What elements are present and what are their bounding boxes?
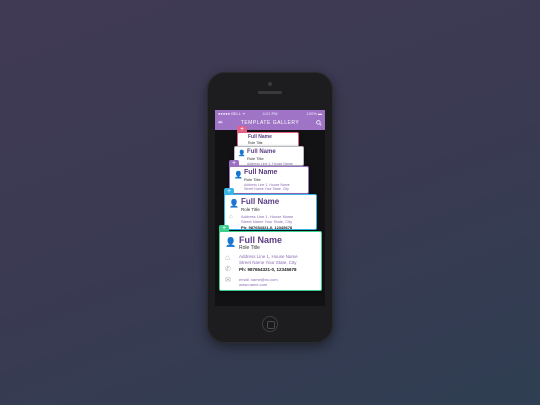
card-full-name: Full Name	[241, 197, 280, 206]
template-card[interactable]: + 👤 Full Name Role Title ⌂ Address Line …	[219, 225, 322, 291]
card-address-line: Street Name Your State, City	[244, 187, 289, 191]
home-icon: ⌂	[225, 253, 230, 262]
person-icon: 👤	[238, 151, 246, 157]
card-address-line: Street Name Your State, City	[241, 219, 293, 224]
phone-icon: ✆	[225, 266, 231, 273]
status-bar: ●●●●● BELL ᯤ 4:21 PM 100% ▬	[215, 110, 325, 117]
card-role-title: Role Title	[244, 177, 261, 182]
mail-icon: ✉	[225, 277, 231, 284]
earpiece-speaker	[258, 91, 282, 94]
card-address-line: Address Line 1, House Name	[239, 254, 298, 259]
card-full-name: Full Name	[247, 149, 276, 155]
front-camera	[268, 82, 272, 86]
add-template-icon[interactable]: +	[229, 160, 239, 167]
card-full-name: Full Name	[239, 235, 283, 245]
search-icon[interactable]	[316, 120, 322, 126]
card-website: www.name.com	[239, 282, 268, 287]
add-template-icon[interactable]: +	[237, 126, 247, 133]
app-screen: ●●●●● BELL ᯤ 4:21 PM 100% ▬ ⇷ TEMPLATE G…	[215, 110, 325, 306]
home-icon: ⌂	[229, 214, 233, 220]
page-title: TEMPLATE GALLERY	[240, 120, 300, 126]
card-role-title: Role Title	[239, 245, 260, 251]
battery-indicator: 100% ▬	[306, 111, 322, 116]
person-icon: 👤	[229, 199, 239, 208]
nav-bar: ⇷ TEMPLATE GALLERY	[215, 117, 325, 130]
phone-frame: ●●●●● BELL ᯤ 4:21 PM 100% ▬ ⇷ TEMPLATE G…	[207, 72, 333, 343]
add-template-icon[interactable]: +	[219, 225, 229, 232]
home-button[interactable]	[262, 316, 278, 332]
card-role-title: Role Title	[241, 207, 260, 212]
person-icon: 👤	[225, 237, 237, 247]
back-arrow-icon[interactable]: ⇷	[218, 117, 224, 130]
card-full-name: Full Name	[244, 169, 278, 176]
card-address-line: Street Name Your State, City	[239, 260, 297, 265]
card-phone: Ph: 987654321-0, 12345678	[241, 225, 293, 230]
card-full-name: Full Name	[248, 134, 272, 140]
template-card[interactable]: 👤 Full Name Role Title Address Line 1, H…	[234, 146, 304, 166]
template-card[interactable]: + 👤 Full Name Role Title Address Line 1,…	[229, 160, 309, 194]
card-role-title: Role Title	[247, 156, 264, 161]
card-phone: Ph: 987654321-0, 12345678	[239, 267, 297, 272]
card-role-title: Role Title	[248, 141, 263, 145]
template-card[interactable]: + 👤 Full Name Role Title ⌂ Address Line …	[224, 188, 317, 230]
add-template-icon[interactable]: +	[224, 188, 234, 195]
person-icon: 👤	[234, 172, 243, 179]
